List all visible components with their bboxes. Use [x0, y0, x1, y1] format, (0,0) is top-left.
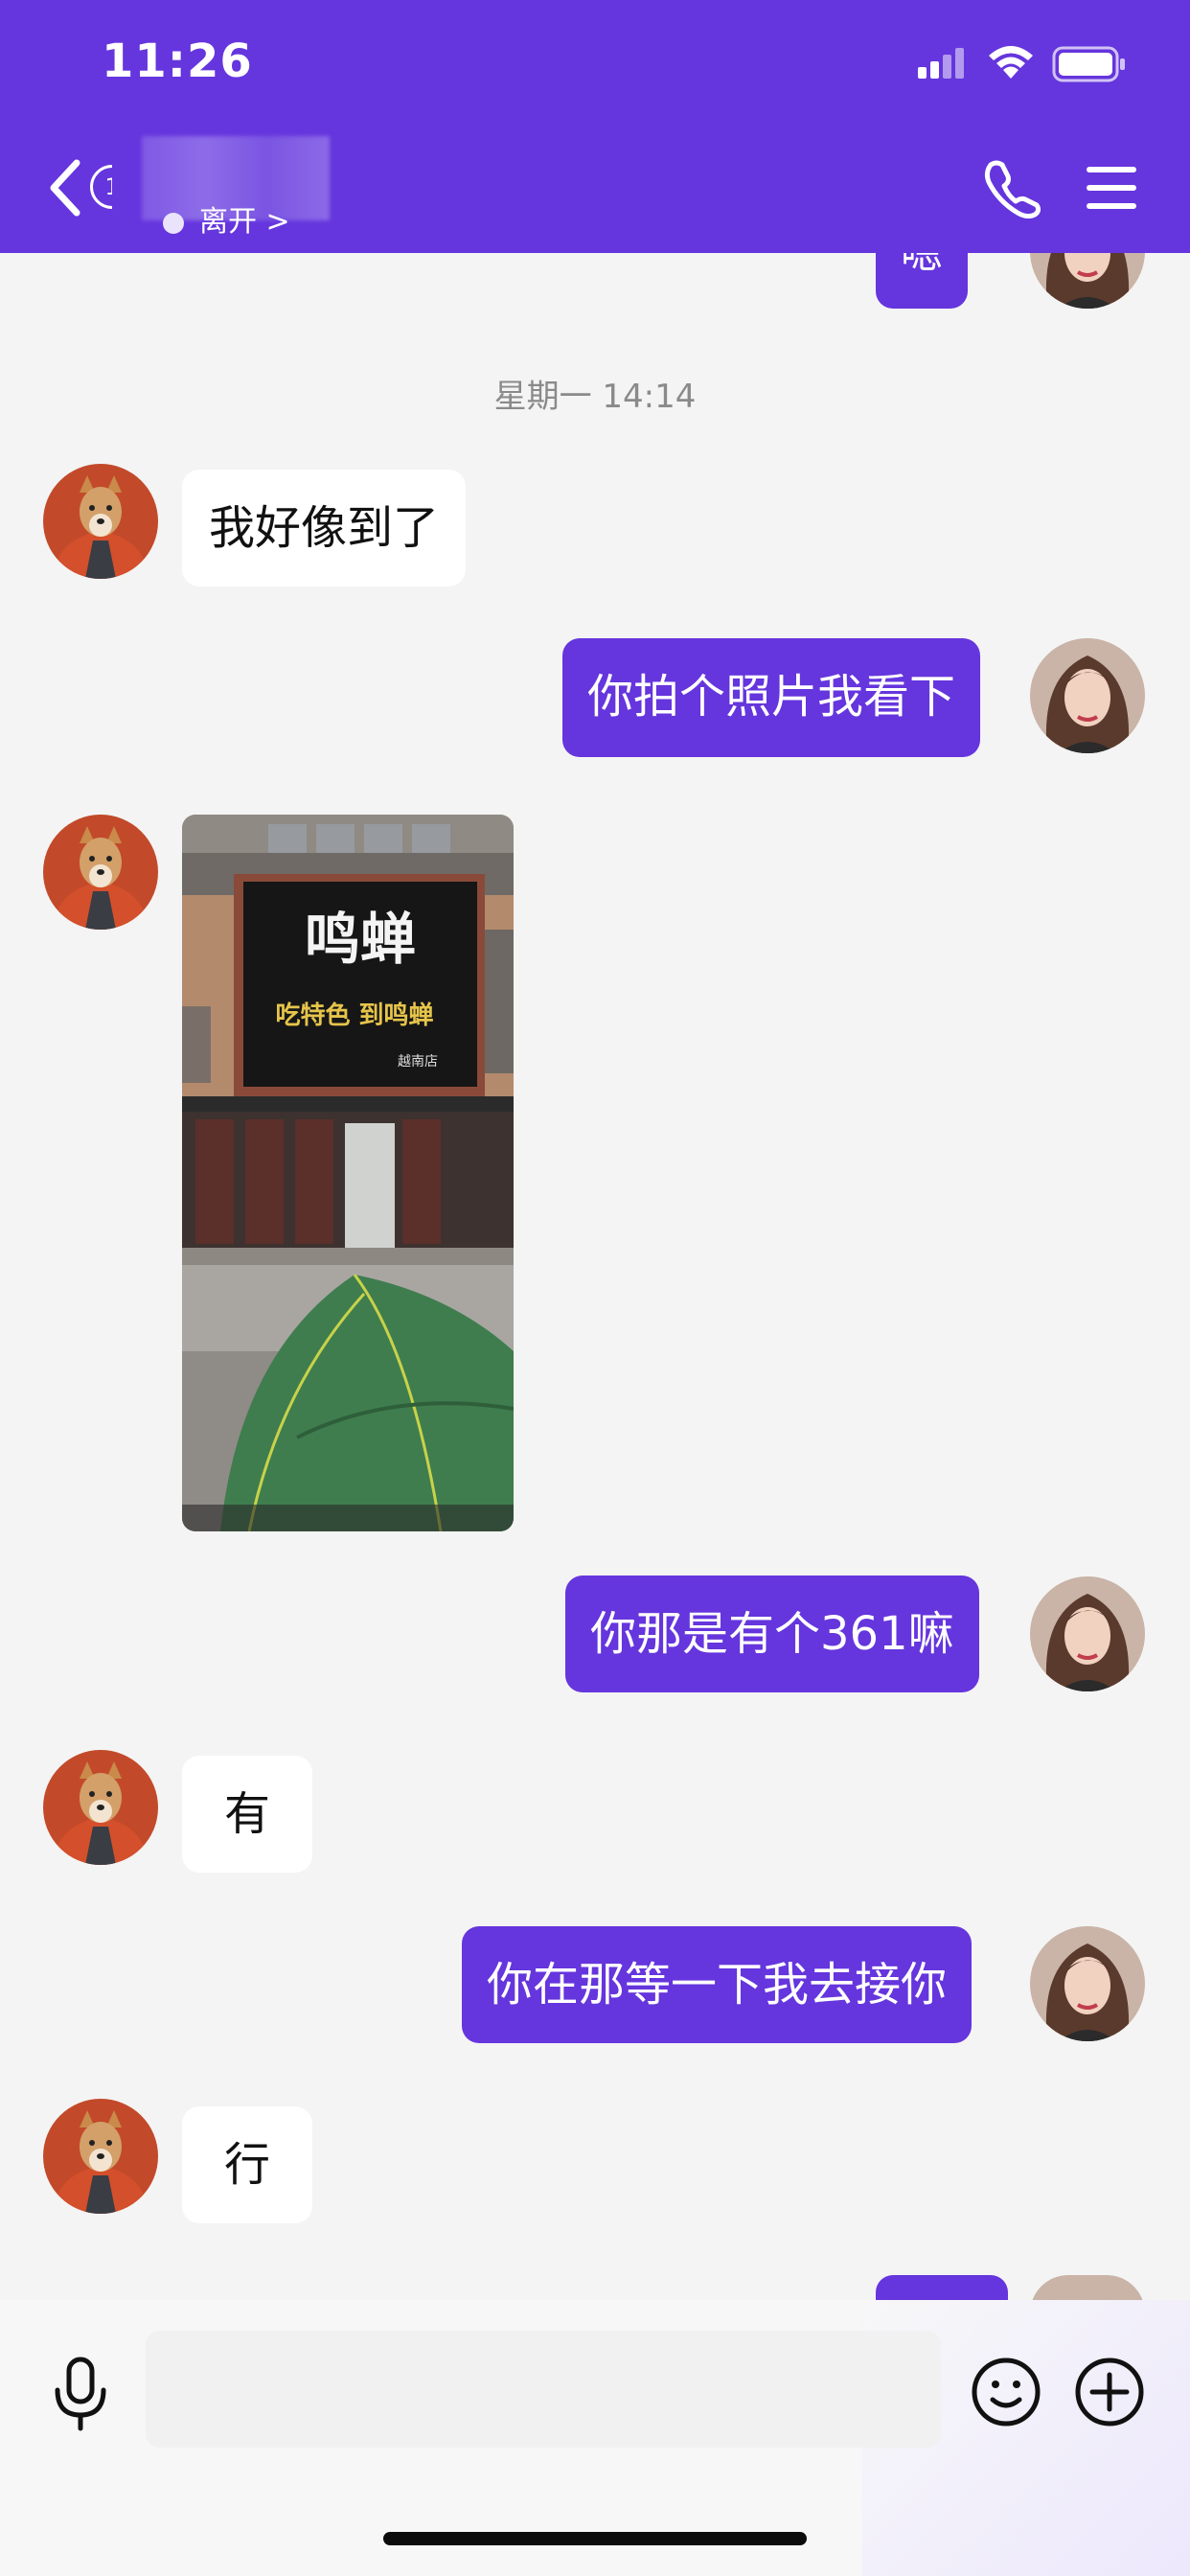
outgoing-message-bubble[interactable]: 你拍个照片我看下 — [562, 638, 981, 757]
presence-label: 离开 > — [199, 205, 290, 239]
unread-count-badge: 1 — [90, 165, 112, 209]
storefront-photo: 鸣蝉 吃特色 到鸣蝉 越南店 — [182, 815, 514, 1531]
phone-icon — [984, 160, 1041, 219]
message-text: 你在那等一下我去接你 — [487, 1958, 948, 2012]
voice-input-button[interactable] — [50, 2356, 111, 2432]
wifi-icon — [987, 44, 1035, 80]
cellular-signal-icon — [918, 48, 968, 80]
back-button[interactable] — [42, 153, 96, 222]
message-timestamp: 星期一 14:14 — [493, 378, 697, 416]
contact-avatar[interactable] — [43, 464, 158, 579]
woman-portrait-avatar-icon — [1030, 1576, 1145, 1691]
sign-title: 鸣蝉 — [305, 907, 416, 972]
outgoing-message-bubble[interactable]: 你在那等一下我去接你 — [462, 1926, 973, 2043]
status-time: 11:26 — [102, 34, 253, 88]
my-avatar[interactable] — [1030, 638, 1145, 753]
sign-branch: 越南店 — [398, 1054, 438, 1070]
call-button[interactable] — [983, 159, 1041, 219]
hamburger-menu-icon — [1087, 167, 1136, 209]
message-text: 行 — [223, 2138, 270, 2192]
message-input[interactable] — [146, 2331, 941, 2448]
dog-in-jacket-avatar-icon — [43, 1750, 158, 1865]
contact-avatar[interactable] — [43, 815, 158, 930]
more-options-button[interactable] — [1073, 2356, 1146, 2428]
message-text: 我好像到了 — [209, 501, 440, 555]
outgoing-message-bubble[interactable]: 你那是有个361嘛 — [565, 1576, 979, 1692]
message-text: 有 — [223, 1787, 270, 1841]
my-avatar[interactable] — [1030, 1576, 1145, 1691]
presence-dot — [163, 212, 184, 234]
contact-avatar[interactable] — [43, 2099, 158, 2214]
contact-avatar[interactable] — [43, 1750, 158, 1865]
microphone-icon — [55, 2357, 106, 2431]
menu-button[interactable] — [1087, 165, 1136, 211]
incoming-message-bubble[interactable]: 有 — [182, 1756, 312, 1873]
dog-in-jacket-avatar-icon — [43, 464, 158, 579]
woman-portrait-avatar-icon — [1030, 1926, 1145, 2041]
dog-in-jacket-avatar-icon — [43, 815, 158, 930]
dog-in-jacket-avatar-icon — [43, 2099, 158, 2214]
emoji-button[interactable] — [970, 2356, 1042, 2428]
chevron-left-icon — [50, 159, 80, 217]
woman-portrait-avatar-icon — [1030, 638, 1145, 753]
message-text: 你那是有个361嘛 — [590, 1607, 954, 1661]
smiley-icon — [972, 2358, 1041, 2426]
chat-header: 11:26 1 离开 > — [0, 0, 1190, 253]
presence-status[interactable]: 离开 > — [163, 203, 290, 242]
home-indicator[interactable] — [383, 2532, 807, 2545]
image-message[interactable]: 鸣蝉 吃特色 到鸣蝉 越南店 — [182, 815, 514, 1531]
plus-circle-icon — [1075, 2358, 1144, 2426]
sign-slogan: 吃特色 到鸣蝉 — [275, 1000, 433, 1030]
battery-icon — [1052, 46, 1129, 82]
my-avatar[interactable] — [1030, 1926, 1145, 2041]
incoming-message-bubble[interactable]: 我好像到了 — [182, 470, 467, 586]
message-text: 你拍个照片我看下 — [587, 670, 956, 724]
incoming-message-bubble[interactable]: 行 — [182, 2106, 312, 2223]
